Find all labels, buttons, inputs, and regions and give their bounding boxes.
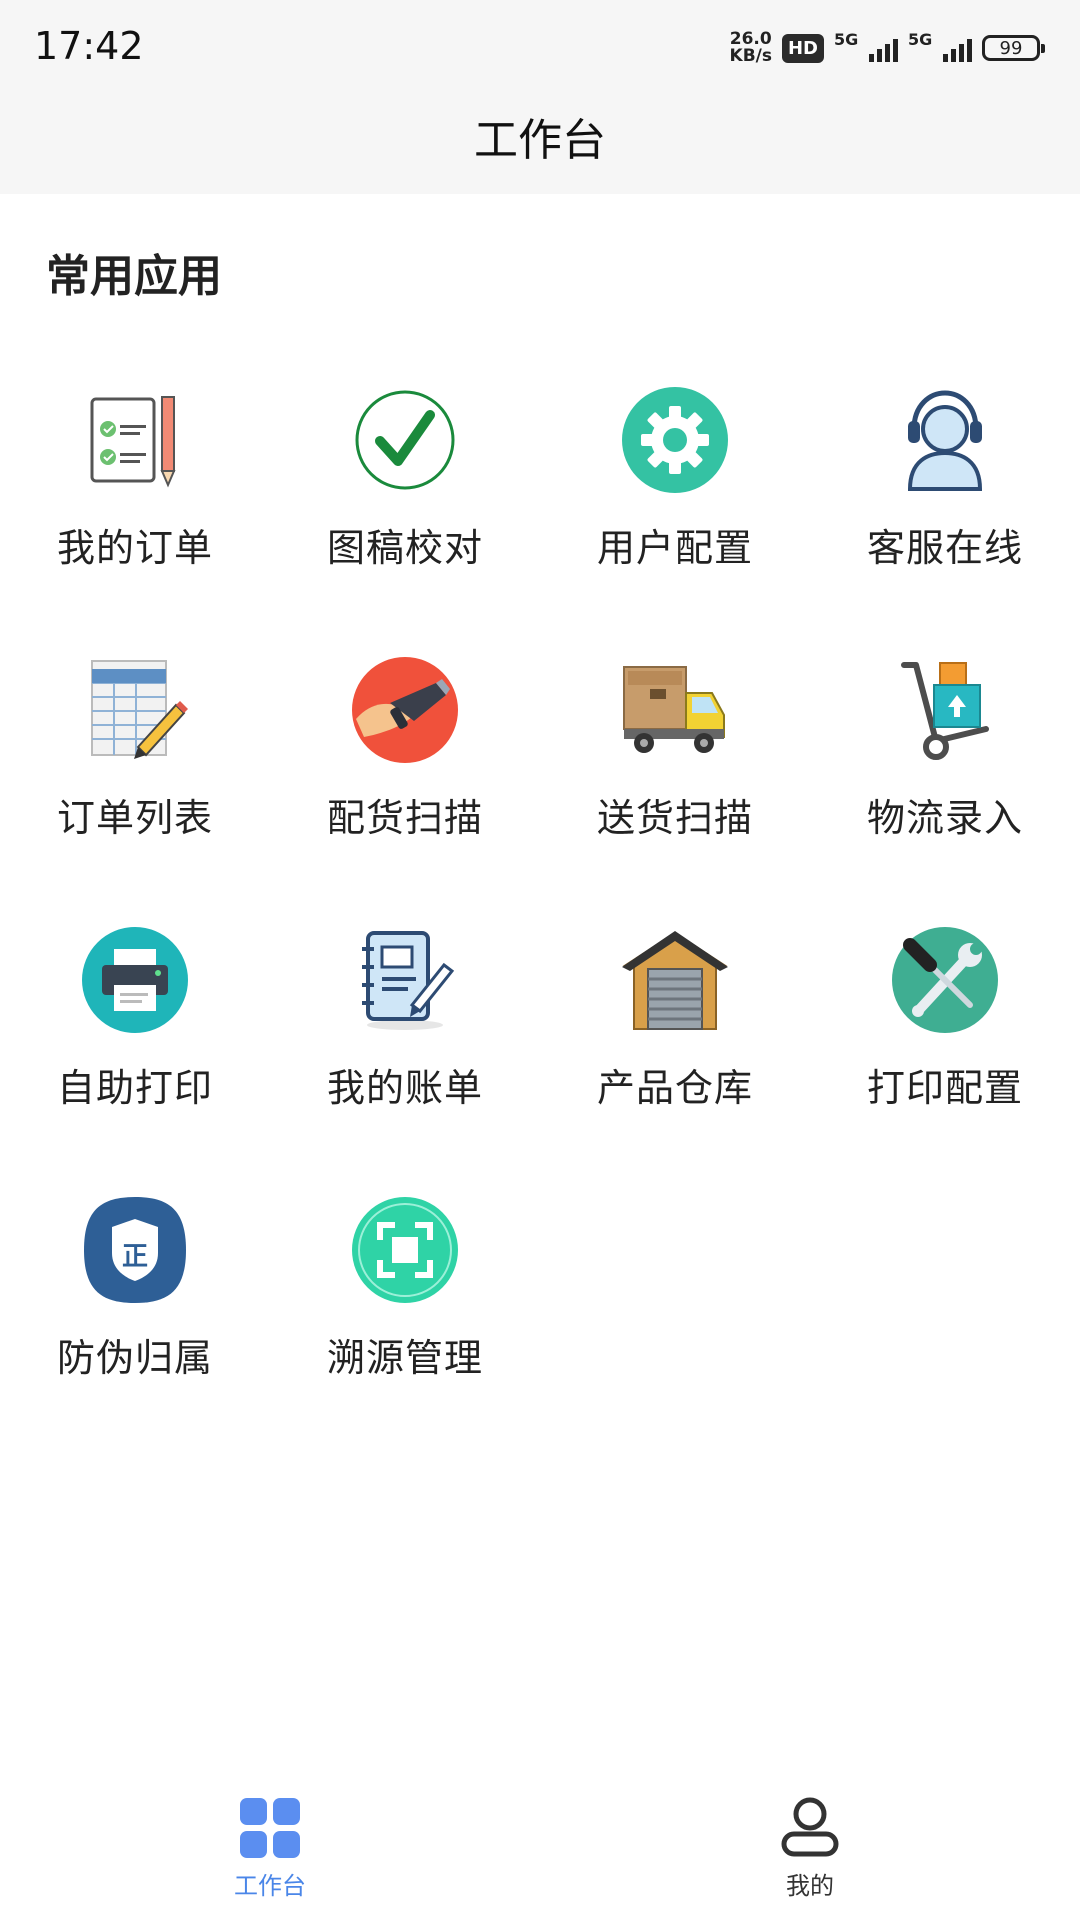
app-anti-counterfeit[interactable]: 正 防伪归属	[0, 1195, 270, 1425]
checkmark-circle-icon	[355, 390, 455, 490]
app-label: 物流录入	[866, 796, 1023, 840]
signal-icon: 5G	[908, 30, 972, 66]
top-bar: 17:42 26.0 KB/s HD 5G 5G 99 工作台	[0, 0, 1080, 194]
signal-label: 5G	[908, 30, 933, 49]
tab-mine[interactable]: 我的	[710, 1760, 910, 1920]
signal-label: 5G	[834, 30, 859, 49]
section-title: 常用应用	[46, 251, 222, 302]
svg-text:正: 正	[122, 1242, 148, 1272]
page-title: 工作台	[474, 115, 606, 166]
network-speed: 26.0 KB/s	[730, 31, 772, 65]
app-label: 配货扫描	[326, 796, 483, 840]
app-customer-service[interactable]: 客服在线	[810, 385, 1080, 615]
grid-icon	[240, 1798, 300, 1858]
app-self-print[interactable]: 自助打印	[0, 925, 270, 1155]
app-print-settings[interactable]: 打印配置	[810, 925, 1080, 1155]
spreadsheet-pencil-icon	[91, 660, 188, 759]
app-label: 我的账单	[326, 1066, 483, 1110]
app-user-settings[interactable]: 用户配置	[540, 385, 810, 615]
app-picking-scan[interactable]: 配货扫描	[270, 655, 540, 885]
hd-badge: HD	[781, 33, 824, 63]
app-delivery-scan[interactable]: 送货扫描	[540, 655, 810, 885]
warehouse-icon	[622, 931, 728, 1030]
app-label: 自助打印	[56, 1066, 213, 1110]
printer-icon	[82, 927, 188, 1033]
notebook-pen-icon	[362, 931, 455, 1030]
app-traceability[interactable]: 溯源管理	[270, 1195, 540, 1425]
headset-agent-icon	[907, 390, 983, 491]
battery-icon: 99	[982, 35, 1045, 61]
network-speed-unit: KB/s	[729, 46, 772, 66]
shield-icon: 正	[84, 1197, 186, 1303]
signal-icon: 5G	[834, 30, 898, 66]
user-icon	[781, 1797, 839, 1857]
app-label: 用户配置	[596, 526, 753, 570]
app-label: 客服在线	[866, 526, 1023, 570]
barcode-scanner-icon	[352, 657, 458, 763]
battery-level: 99	[999, 37, 1023, 59]
app-label: 我的订单	[56, 526, 213, 570]
order-checklist-icon	[90, 396, 176, 488]
status-time: 17:42	[34, 24, 144, 68]
scan-frame-icon	[352, 1197, 458, 1303]
tab-workbench[interactable]: 工作台	[170, 1760, 370, 1920]
status-indicators: 26.0 KB/s HD 5G 5G 99	[730, 28, 1045, 68]
delivery-truck-icon	[623, 666, 725, 753]
bottom-nav: 工作台 我的	[0, 1760, 1080, 1920]
app-label: 图稿校对	[326, 526, 483, 570]
wrench-screwdriver-icon	[892, 927, 998, 1033]
app-my-bills[interactable]: 我的账单	[270, 925, 540, 1155]
status-bar: 17:42 26.0 KB/s HD 5G 5G 99	[0, 0, 1080, 96]
app-artwork-proofing[interactable]: 图稿校对	[270, 385, 540, 615]
tab-mine-label: 我的	[786, 1872, 834, 1900]
app-logistics-entry[interactable]: 物流录入	[810, 655, 1080, 885]
app-label: 打印配置	[866, 1066, 1023, 1110]
app-label: 溯源管理	[326, 1336, 483, 1380]
app-label: 送货扫描	[596, 796, 753, 840]
app-my-orders[interactable]: 我的订单	[0, 385, 270, 615]
app-product-warehouse[interactable]: 产品仓库	[540, 925, 810, 1155]
app-label: 防伪归属	[56, 1336, 213, 1380]
gear-icon	[622, 387, 728, 493]
app-label: 订单列表	[56, 796, 213, 840]
app-order-list[interactable]: 订单列表	[0, 655, 270, 885]
hand-truck-icon	[901, 662, 989, 760]
tab-workbench-label: 工作台	[234, 1872, 306, 1900]
app-label: 产品仓库	[596, 1066, 753, 1110]
